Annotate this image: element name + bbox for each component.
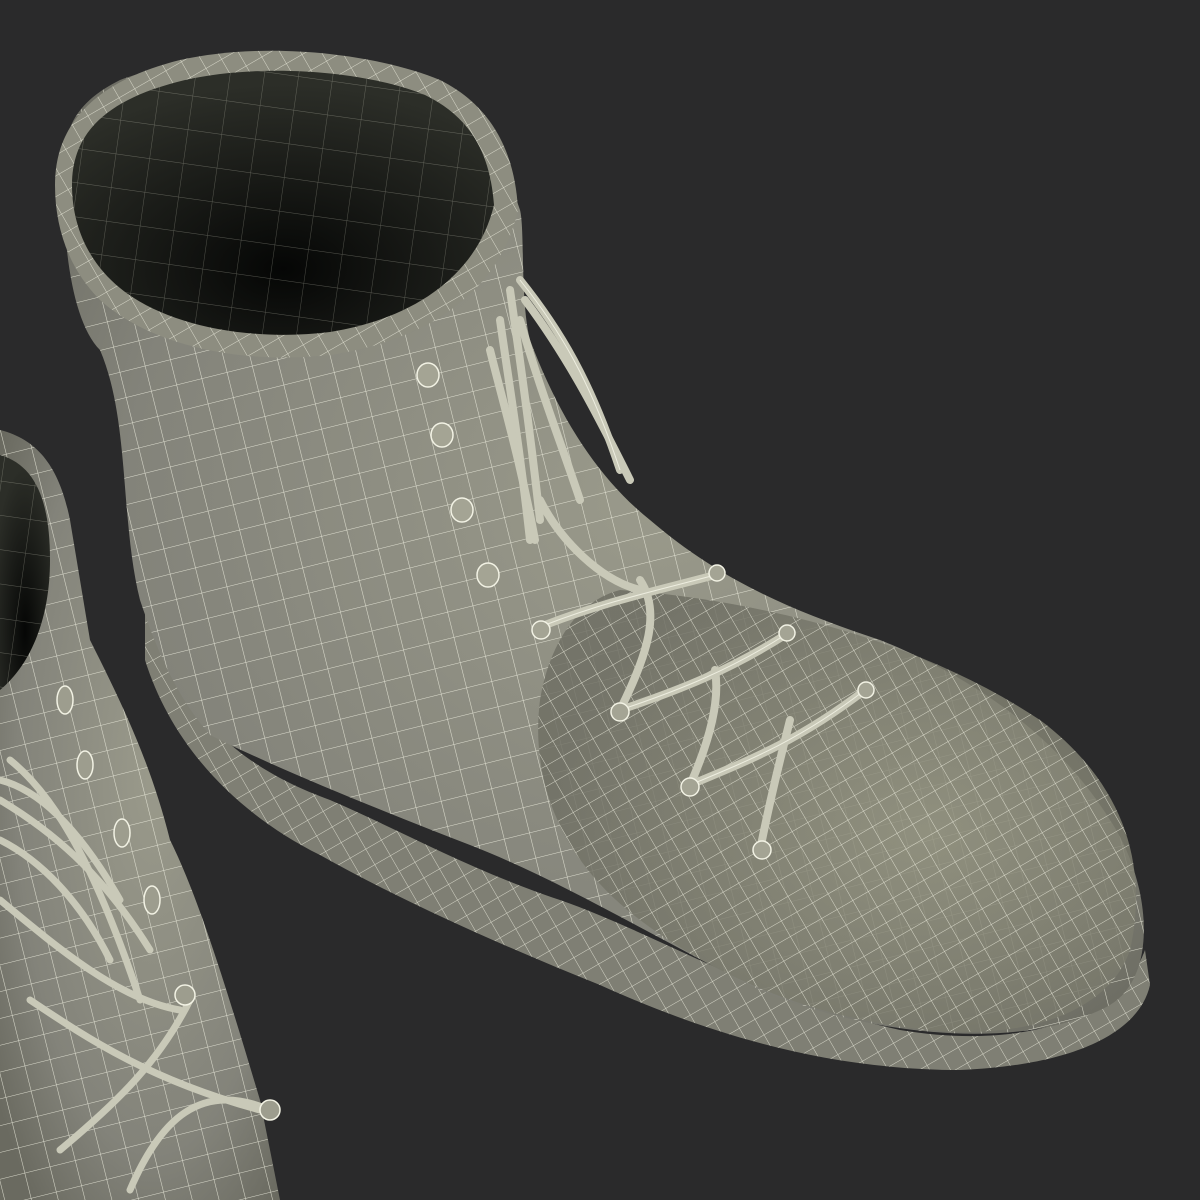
right-boot bbox=[55, 50, 1150, 1070]
boot-render bbox=[0, 50, 1150, 1200]
render-viewport bbox=[0, 0, 1200, 1200]
